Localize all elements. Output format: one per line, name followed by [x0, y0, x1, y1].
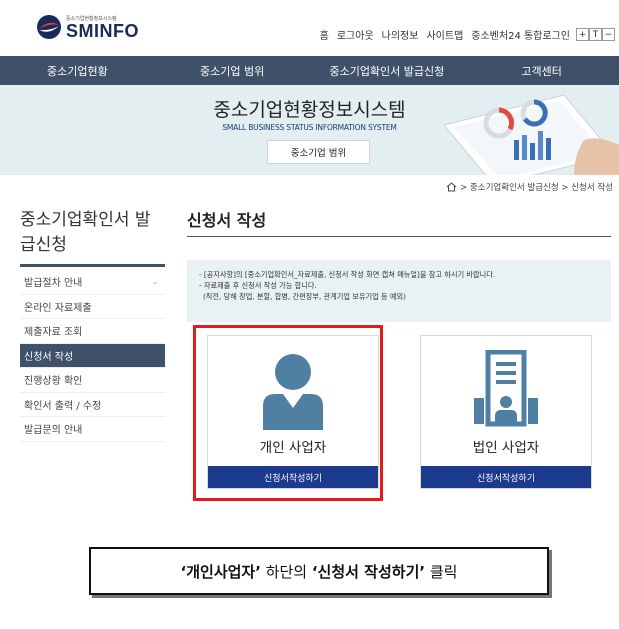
sidebar-menu: 발급절차 안내 ⌄ 온라인 자료제출 제출자료 조회 신청서 작성 진행상황 확… — [20, 270, 165, 442]
logout-link[interactable]: 로그아웃 — [337, 27, 374, 42]
chevron-down-icon: ⌄ — [151, 276, 159, 287]
notice-box: - [공지사항]의 [중소기업확인서_자료제출, 신청서 작성 화면 캡쳐 매뉴… — [187, 260, 611, 322]
logo-icon — [36, 14, 62, 40]
sidebar-title-line2: 급신청 — [20, 235, 67, 255]
tablet-chart-illustration — [443, 94, 619, 175]
integrated-login-link[interactable]: 중소벤처24 통합로그인 — [471, 27, 570, 42]
caption-text-end: 클릭 — [425, 562, 458, 581]
highlight-box — [193, 325, 383, 501]
sidebar-item-label: 진행상황 확인 — [24, 376, 83, 388]
notice-line: (직전, 당해 창업, 분할, 합병, 간편장부, 관계기업 보유기업 등 예외… — [203, 292, 406, 301]
sidebar-item-application-write[interactable]: 신청서 작성 — [20, 343, 165, 368]
sidebar-item-label: 제출자료 조회 — [24, 327, 83, 339]
font-size-controls: + T − — [576, 28, 615, 41]
home-icon[interactable] — [446, 182, 457, 192]
font-reset-button[interactable]: T — [589, 28, 602, 41]
top-bar: 중소기업현황정보시스템 SMINFO 홈 로그아웃 나의정보 사이트맵 중소벤처… — [0, 0, 619, 56]
sidebar-item-label: 발급절차 안내 — [24, 278, 83, 290]
hero-banner: 중소기업현황정보시스템 SMALL BUSINESS STATUS INFORM… — [0, 85, 619, 175]
nav-item-sme-range[interactable]: 중소기업 범위 — [155, 56, 310, 85]
nav-item-company-status[interactable]: 중소기업현황 — [0, 56, 155, 85]
utility-links: 홈 로그아웃 나의정보 사이트맵 중소벤처24 통합로그인 + T − — [312, 27, 615, 42]
sidebar-title-line1: 중소기업확인서 발 — [20, 210, 151, 230]
corporate-business-label: 법인 사업자 — [472, 440, 540, 456]
corporate-business-card[interactable]: 법인 사업자 신청서작성하기 — [420, 335, 592, 489]
instruction-caption: ‘개인사업자’ 하단의 ‘신청서 작성하기’ 클릭 — [89, 547, 549, 595]
sidebar-item-label: 신청서 작성 — [24, 351, 74, 363]
main-nav: 중소기업현황 중소기업 범위 중소기업확인서 발급신청 고객센터 — [0, 56, 619, 85]
sidebar-divider — [20, 264, 165, 267]
corporate-apply-button[interactable]: 신청서작성하기 — [421, 466, 591, 488]
nav-item-certificate-apply[interactable]: 중소기업확인서 발급신청 — [310, 56, 465, 85]
building-icon — [421, 350, 591, 430]
banner-sme-range-button[interactable]: 중소기업 범위 — [267, 140, 370, 164]
sidebar-item-online-submission[interactable]: 온라인 자료제출 — [20, 295, 165, 319]
font-increase-button[interactable]: + — [576, 28, 589, 41]
font-decrease-button[interactable]: − — [602, 28, 615, 41]
sidebar-item-certificate-print[interactable]: 확인서 출력 / 수정 — [20, 393, 165, 417]
sidebar-item-inquiry-guide[interactable]: 발급문의 안내 — [20, 417, 165, 442]
sidebar-item-issuance-guide[interactable]: 발급절차 안내 ⌄ — [20, 270, 165, 295]
home-link[interactable]: 홈 — [320, 27, 329, 42]
sidebar-item-label: 온라인 자료제출 — [24, 302, 92, 314]
sidebar-item-label: 발급문의 안내 — [24, 425, 83, 437]
site-logo[interactable]: 중소기업현황정보시스템 SMINFO — [36, 14, 139, 40]
sidebar-item-progress-check[interactable]: 진행상황 확인 — [20, 368, 165, 393]
notice-line: - 자료제출 후 신청서 작성 가능 합니다. — [199, 281, 317, 290]
sidebar-item-label: 확인서 출력 / 수정 — [24, 400, 102, 412]
caption-target-2: ‘신청서 작성하기’ — [311, 562, 426, 581]
page-title: 신청서 작성 — [187, 211, 267, 230]
sidebar-title: 중소기업확인서 발 급신청 — [20, 208, 170, 258]
my-info-link[interactable]: 나의정보 — [382, 27, 419, 42]
logo-text: SMINFO — [66, 20, 139, 41]
caption-target-1: ‘개인사업자’ — [180, 562, 261, 581]
breadcrumb-path: > 중소기업확인서 발급신청 > 신청서 작성 — [460, 183, 613, 193]
notice-line: - [공지사항]의 [중소기업확인서_자료제출, 신청서 작성 화면 캡쳐 매뉴… — [199, 270, 496, 279]
breadcrumb: > 중소기업확인서 발급신청 > 신청서 작성 — [446, 181, 613, 193]
sidebar-item-submission-lookup[interactable]: 제출자료 조회 — [20, 319, 165, 344]
title-divider — [187, 236, 611, 237]
sitemap-link[interactable]: 사이트맵 — [426, 27, 463, 42]
caption-text-mid: 하단의 — [260, 562, 312, 581]
nav-item-customer-center[interactable]: 고객센터 — [464, 56, 619, 85]
